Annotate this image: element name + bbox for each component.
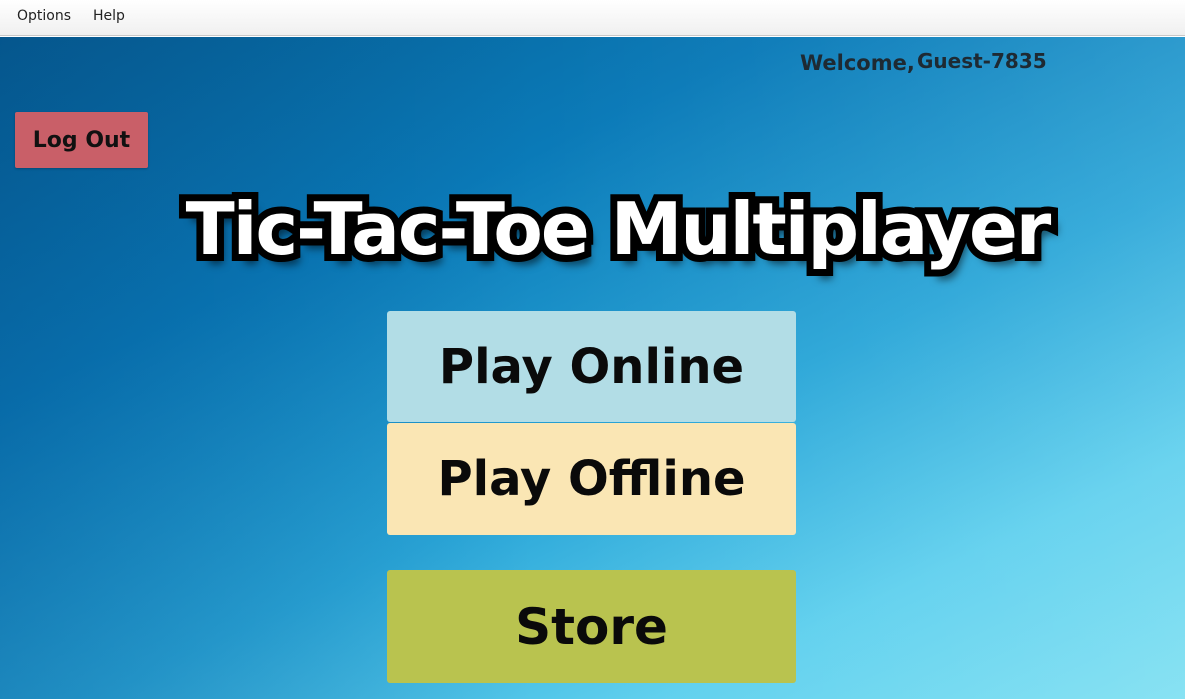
play-offline-button[interactable]: Play Offline (387, 423, 796, 535)
welcome-label: Welcome, (800, 51, 915, 75)
main-panel: Welcome, Guest-7835 Log Out Tic-Tac-Toe … (0, 37, 1185, 699)
menu-options[interactable]: Options (17, 8, 71, 24)
game-title: Tic-Tac-Toe Multiplayer (179, 180, 1059, 278)
store-button[interactable]: Store (387, 570, 796, 683)
menu-bar: Options Help (0, 0, 1185, 36)
username-label: Guest-7835 (917, 49, 1047, 73)
logout-button[interactable]: Log Out (15, 112, 148, 168)
play-online-button[interactable]: Play Online (387, 311, 796, 422)
menu-help[interactable]: Help (93, 8, 125, 24)
